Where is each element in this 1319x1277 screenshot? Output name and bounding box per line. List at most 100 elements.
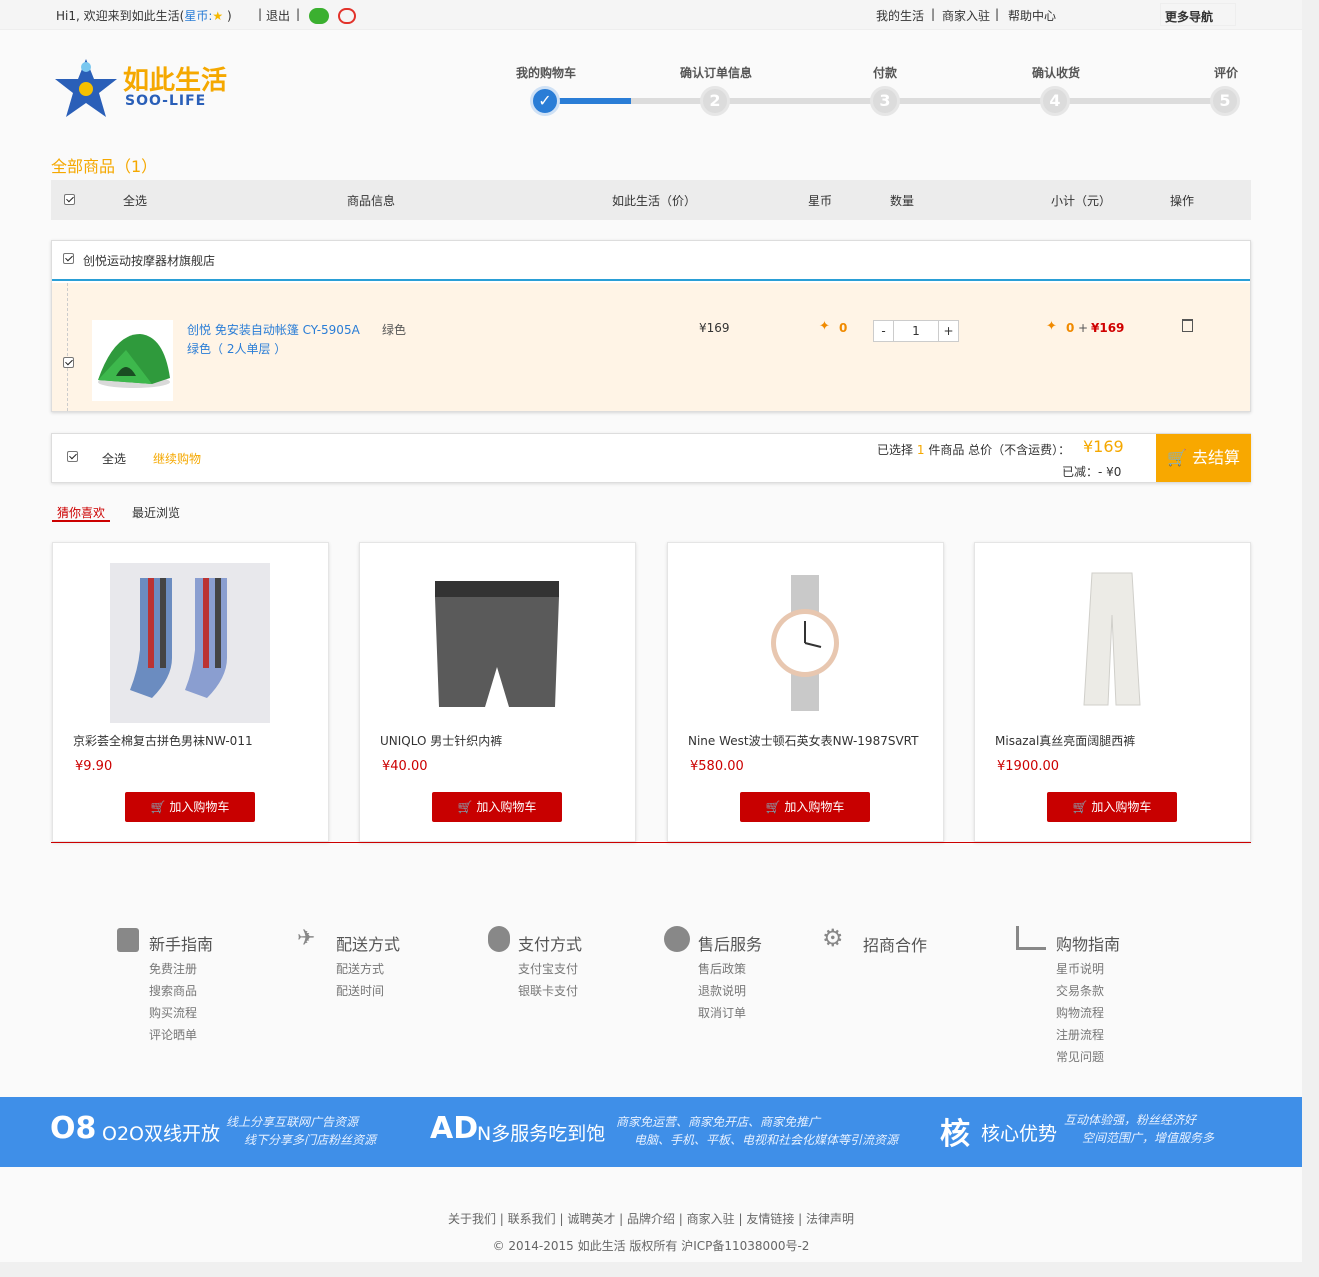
discount-text: 已减：- ¥0 <box>1062 465 1122 479</box>
item-checkbox[interactable] <box>63 357 74 368</box>
subtotal-price: ¥169 <box>1091 321 1125 335</box>
help-link[interactable]: 评论晒单 <box>149 1026 197 1043</box>
summary-select-all-label[interactable]: 全选 <box>102 450 126 467</box>
quantity-stepper: - 1 + <box>873 320 959 342</box>
item-name-link[interactable]: 创悦 免安装自动帐篷 CY-5905A <box>187 321 360 338</box>
product-name[interactable]: UNIQLO 男士针织内裤 <box>380 732 502 749</box>
help-link[interactable]: 购买流程 <box>149 1004 197 1021</box>
product-price: ¥9.90 <box>75 759 113 774</box>
add-to-cart-button[interactable]: 🛒 加入购物车 <box>432 792 562 822</box>
help-link[interactable]: 退款说明 <box>698 982 746 999</box>
item-coin: 0 <box>839 321 848 335</box>
product-card[interactable]: Misazal真丝亮面阔腿西裤 ¥1900.00 🛒 加入购物车 <box>974 542 1251 842</box>
product-image[interactable] <box>725 563 885 723</box>
tab-recently-viewed[interactable]: 最近浏览 <box>132 504 180 521</box>
step-label: 我的购物车 <box>516 66 577 80</box>
help-link[interactable]: 常见问题 <box>1056 1048 1104 1065</box>
banner-text: 线下分享多门店粉丝资源 <box>244 1133 377 1147</box>
more-nav-button[interactable]: 更多导航 <box>1160 3 1236 26</box>
qty-input[interactable]: 1 <box>894 320 938 342</box>
weibo-icon[interactable] <box>338 8 356 24</box>
trash-icon[interactable] <box>1182 319 1193 332</box>
help-title: 配送方式 <box>336 935 401 954</box>
page: Hi1, 欢迎来到如此生活(星币:★ ) | 退出 | 我的生活 | 商家入驻 … <box>0 0 1302 1262</box>
help-title: 购物指南 <box>1056 935 1121 954</box>
gears-icon: ⚙ <box>822 924 844 952</box>
item-image[interactable] <box>92 320 173 401</box>
ad-icon: AD <box>430 1111 479 1146</box>
add-to-cart-button[interactable]: 🛒 加入购物车 <box>740 792 870 822</box>
cart-table-header: 全选 商品信息 如此生活（价） 星币 数量 小计（元） 操作 <box>51 180 1251 220</box>
merchant-join-link[interactable]: 商家入驻 <box>942 7 990 24</box>
item-variant-link[interactable]: 绿色（ 2人单层 ） <box>187 340 286 357</box>
help-link[interactable]: 注册流程 <box>1056 1026 1104 1043</box>
wechat-icon[interactable] <box>309 8 329 24</box>
service-person-icon <box>664 926 690 952</box>
help-link[interactable]: 配送时间 <box>336 982 384 999</box>
header-qty: 数量 <box>890 194 915 208</box>
footer-links[interactable]: 关于我们 | 联系我们 | 诚聘英才 | 品牌介绍 | 商家入驻 | 友情链接 … <box>0 1210 1302 1227</box>
checkout-label: 去结算 <box>1192 448 1241 467</box>
help-link[interactable]: 银联卡支付 <box>518 982 578 999</box>
store-name[interactable]: 创悦运动按摩器材旗舰店 <box>83 252 215 269</box>
product-card[interactable]: UNIQLO 男士针织内裤 ¥40.00 🛒 加入购物车 <box>359 542 636 842</box>
help-link[interactable]: 取消订单 <box>698 1004 746 1021</box>
step-circle: 4 <box>1040 86 1070 116</box>
help-link[interactable]: 支付宝支付 <box>518 960 578 977</box>
help-title: 支付方式 <box>518 935 583 954</box>
product-name[interactable]: Nine West波士顿石英女表NW-1987SVRT <box>688 732 918 749</box>
help-link[interactable]: 配送方式 <box>336 960 384 977</box>
help-link[interactable]: 售后政策 <box>698 960 746 977</box>
o2o-icon: O8 <box>50 1111 97 1146</box>
store-block: 创悦运动按摩器材旗舰店 创悦 免安装自动帐篷 CY-5905A 绿色（ 2人单层… <box>51 240 1251 412</box>
product-card[interactable]: Nine West波士顿石英女表NW-1987SVRT ¥580.00 🛒 加入… <box>667 542 944 842</box>
step-circle-current: ✓ <box>530 86 560 116</box>
banner-text: 商家免运营、商家免开店、商家免推广 <box>616 1115 821 1129</box>
banner-text: 线上分享互联网广告资源 <box>226 1115 359 1129</box>
product-card[interactable]: 京彩荟全棉复古拼色男袜NW-011 ¥9.90 🛒 加入购物车 <box>52 542 329 842</box>
product-image[interactable] <box>417 563 577 723</box>
logout-link[interactable]: 退出 <box>266 7 290 24</box>
help-link[interactable]: 购物流程 <box>1056 1004 1104 1021</box>
product-name[interactable]: 京彩荟全棉复古拼色男袜NW-011 <box>73 732 253 749</box>
help-link[interactable]: 星币说明 <box>1056 960 1104 977</box>
checkout-button[interactable]: 🛒 去结算 <box>1156 434 1251 482</box>
item-spec: 绿色 <box>382 323 407 337</box>
help-link[interactable]: 免费注册 <box>149 960 197 977</box>
money-bag-icon <box>488 926 510 952</box>
watch-image <box>771 575 839 711</box>
help-link[interactable]: 搜索商品 <box>149 982 197 999</box>
summary-select-all-checkbox[interactable] <box>67 451 78 462</box>
step-circle: 3 <box>870 86 900 116</box>
add-to-cart-button[interactable]: 🛒 加入购物车 <box>1047 792 1177 822</box>
add-to-cart-button[interactable]: 🛒 加入购物车 <box>125 792 255 822</box>
logo-cn-text: 如此生活 <box>123 66 228 96</box>
help-link[interactable]: 交易条款 <box>1056 982 1104 999</box>
banner-title: O2O双线开放 <box>102 1123 220 1145</box>
product-image[interactable] <box>1032 563 1192 723</box>
help-center-link[interactable]: 帮助中心 <box>1008 7 1056 24</box>
qty-minus-button[interactable]: - <box>873 320 894 342</box>
cart-item-row: 创悦 免安装自动帐篷 CY-5905A 绿色（ 2人单层 ） 绿色 ¥169 ✦… <box>52 283 1250 411</box>
coin-icon: ✦ <box>819 319 830 334</box>
header-coin: 星币 <box>808 194 833 208</box>
trousers-image <box>1083 572 1141 706</box>
banner-text: 电脑、手机、平板、电视和社会化媒体等引流资源 <box>634 1133 899 1147</box>
cart-title: 全部商品（1） <box>51 157 158 176</box>
step-circle: 5 <box>1210 86 1240 116</box>
tab-guess-you-like[interactable]: 猜你喜欢 <box>57 504 105 521</box>
total-price: ¥169 <box>1083 437 1124 456</box>
product-image[interactable] <box>110 563 270 723</box>
my-life-link[interactable]: 我的生活 <box>876 7 924 24</box>
step-circle: 2 <box>700 86 730 116</box>
logo[interactable]: 如此生活 SOO-LIFE <box>51 57 241 121</box>
store-checkbox[interactable] <box>63 253 74 264</box>
cart-summary: 全选 继续购物 已选择 1 件商品 总价（不含运费）： ¥169 已减：- ¥0… <box>51 433 1251 483</box>
socks-image <box>130 578 227 698</box>
step-label: 确认收货 <box>1032 66 1081 80</box>
qty-plus-button[interactable]: + <box>938 320 959 342</box>
product-name[interactable]: Misazal真丝亮面阔腿西裤 <box>995 732 1135 749</box>
continue-shopping-link[interactable]: 继续购物 <box>153 450 201 467</box>
guide-bag-icon <box>117 928 139 952</box>
select-all-checkbox[interactable] <box>64 194 75 205</box>
